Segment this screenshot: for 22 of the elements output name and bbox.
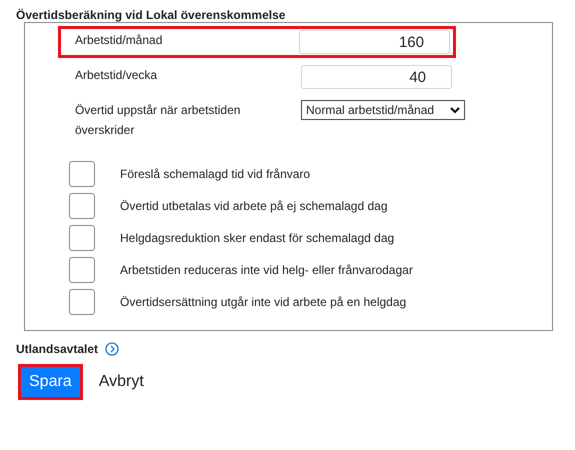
number-field[interactable]: 40 [301, 65, 452, 89]
checkbox[interactable] [69, 289, 95, 315]
dropdown[interactable]: Normal arbetstid/månad [301, 100, 465, 120]
checkbox[interactable] [69, 257, 95, 283]
checkbox-label: Helgdagsreduktion sker endast för schemalagd dag [120, 230, 394, 247]
checkbox[interactable] [69, 161, 95, 187]
checkbox[interactable] [69, 193, 95, 219]
field-label: Övertid uppstår när arbetstiden överskrider [75, 102, 242, 139]
field-label: Arbetstid/månad [75, 32, 164, 49]
save-button[interactable]: Spara [21, 367, 80, 397]
checkbox[interactable] [69, 225, 95, 251]
chevron-right-circle-icon[interactable] [105, 342, 120, 356]
checkbox-label: Föreslå schemalagd tid vid frånvaro [120, 166, 310, 183]
cancel-button[interactable]: Avbryt [94, 367, 148, 397]
number-field[interactable]: 160 [299, 30, 450, 54]
chevron-icon [450, 106, 460, 114]
checkbox-label: Arbetstiden reduceras inte vid helg- eller frånvarodagar [120, 262, 413, 279]
field-label: Arbetstid/vecka [75, 67, 158, 84]
section-title: Övertidsberäkning vid Lokal överenskommelse [15, 7, 286, 22]
checkbox-label: Övertidsersättning utgår inte vid arbete på en helgdag [120, 294, 406, 311]
subsection-title: Utlandsavtalet [16, 341, 98, 358]
checkbox-label: Övertid utbetalas vid arbete på ej schemalagd dag [120, 198, 388, 215]
